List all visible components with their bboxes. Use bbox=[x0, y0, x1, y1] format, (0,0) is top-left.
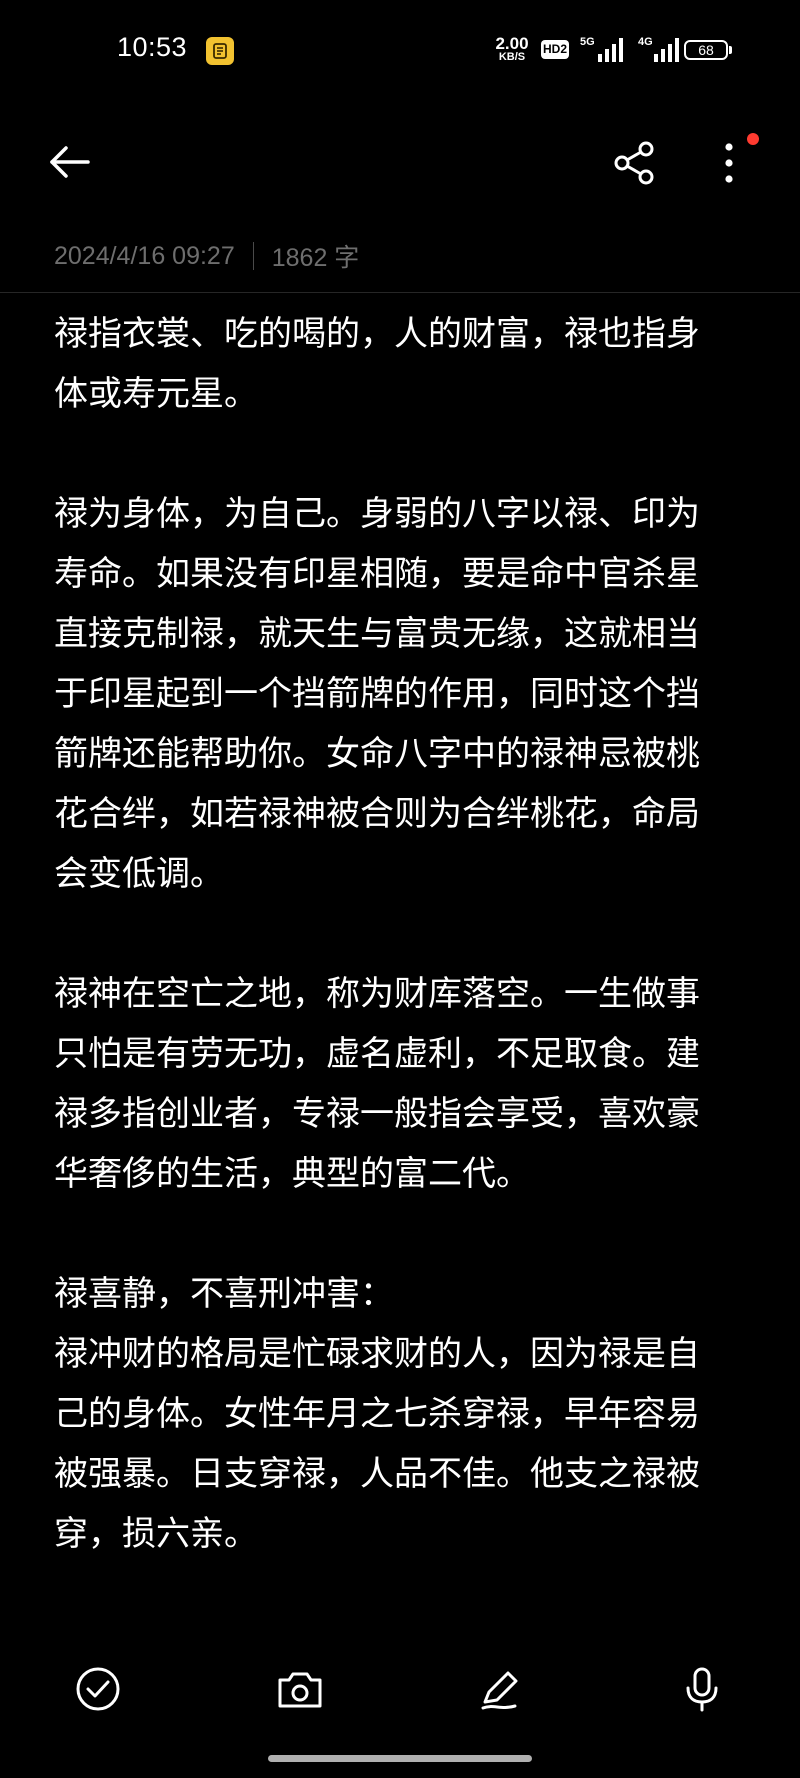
note-paragraph[interactable]: 禄为身体，为自己。身弱的八字以禄、印为 寿命。如果没有印星相随，要是命中官杀星 … bbox=[54, 484, 754, 904]
pen-icon bbox=[481, 1671, 518, 1710]
camera-button[interactable] bbox=[275, 1664, 325, 1714]
status-time: 10:53 bbox=[117, 32, 188, 62]
voice-input-button[interactable] bbox=[677, 1664, 727, 1714]
signal-5g-icon: 5G bbox=[580, 36, 624, 62]
checklist-button[interactable] bbox=[73, 1664, 123, 1714]
share-icon bbox=[614, 141, 654, 185]
back-button[interactable] bbox=[44, 137, 94, 187]
status-bar: 10:53 2.00 KB/S HD2 5G 4G 68 bbox=[0, 0, 800, 100]
battery-indicator: 68 bbox=[684, 40, 728, 60]
note-paragraph[interactable]: 禄指衣裳、吃的喝的，人的财富，禄也指身 体或寿元星。 bbox=[54, 304, 754, 424]
header-divider bbox=[0, 292, 800, 293]
more-vertical-icon bbox=[725, 143, 733, 183]
note-paragraph[interactable]: 禄喜静，不喜刑冲害： 禄冲财的格局是忙碌求财的人，因为禄是自 己的身体。女性年月… bbox=[54, 1264, 754, 1564]
notification-app-icon bbox=[206, 37, 234, 65]
note-paragraph[interactable]: 禄神在空亡之地，称为财库落空。一生做事 只怕是有劳无功，虚名虚利，不足取食。建 … bbox=[54, 964, 754, 1204]
more-options-button[interactable] bbox=[714, 140, 744, 186]
note-body[interactable]: 禄指衣裳、吃的喝的，人的财富，禄也指身 体或寿元星。 禄为身体，为自己。身弱的八… bbox=[54, 304, 754, 1564]
share-button[interactable] bbox=[612, 140, 658, 186]
note-char-count: 1862 字 bbox=[271, 244, 360, 272]
microphone-icon bbox=[686, 1667, 718, 1712]
handwriting-button[interactable] bbox=[475, 1664, 525, 1714]
meta-separator bbox=[252, 242, 254, 270]
notification-dot bbox=[747, 133, 759, 145]
arrow-left-icon bbox=[50, 146, 90, 178]
home-indicator[interactable] bbox=[268, 1755, 532, 1762]
battery-tip bbox=[729, 46, 732, 54]
checkbox-icon bbox=[76, 1667, 120, 1711]
camera-icon bbox=[278, 1672, 322, 1708]
hd-voice-badge: HD2 bbox=[541, 40, 569, 59]
network-speed: 2.00 KB/S bbox=[495, 34, 529, 63]
note-meta: 2024/4/16 09:27 1862 字 bbox=[54, 238, 359, 274]
note-date: 2024/4/16 09:27 bbox=[54, 241, 235, 270]
signal-4g-icon: 4G bbox=[638, 36, 679, 62]
